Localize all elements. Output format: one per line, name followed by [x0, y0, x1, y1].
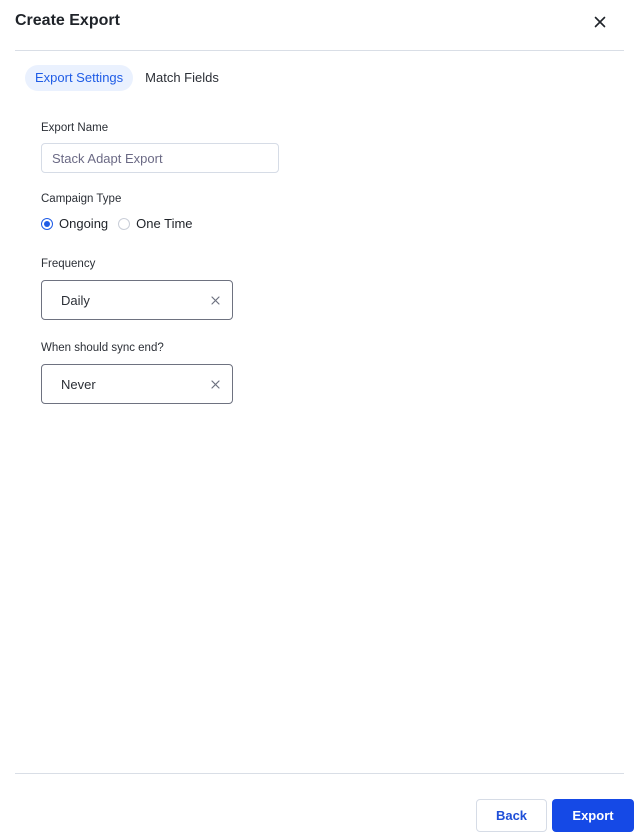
close-icon	[594, 16, 606, 28]
back-button[interactable]: Back	[476, 799, 547, 832]
tab-export-settings[interactable]: Export Settings	[25, 65, 134, 91]
campaign-type-label: Campaign Type	[41, 193, 122, 205]
footer-divider	[15, 773, 624, 774]
frequency-value: Daily	[61, 292, 90, 308]
frequency-label: Frequency	[41, 258, 96, 270]
sync-end-value: Never	[61, 376, 96, 392]
campaign-type-radio-group: Ongoing One Time	[41, 216, 203, 231]
sync-end-label: When should sync end?	[41, 342, 164, 354]
clear-icon	[210, 295, 220, 305]
tab-bar: Export Settings Match Fields	[25, 65, 229, 91]
close-button[interactable]	[590, 12, 610, 32]
radio-one-time[interactable]: One Time	[118, 216, 193, 231]
header-divider	[15, 50, 624, 51]
radio-ongoing[interactable]: Ongoing	[41, 216, 108, 231]
tab-match-fields[interactable]: Match Fields	[135, 65, 229, 91]
sync-end-select[interactable]: Never	[41, 364, 233, 404]
radio-unchecked-icon	[118, 217, 131, 230]
export-name-input[interactable]: Stack Adapt Export	[41, 143, 279, 173]
radio-one-time-label: One Time	[136, 216, 193, 231]
sync-end-clear-button[interactable]	[208, 377, 222, 391]
clear-icon	[210, 379, 220, 389]
export-name-label: Export Name	[41, 122, 109, 134]
radio-checked-icon	[41, 217, 53, 230]
frequency-clear-button[interactable]	[208, 293, 222, 307]
frequency-select[interactable]: Daily	[41, 280, 233, 320]
radio-ongoing-label: Ongoing	[59, 216, 109, 231]
export-button[interactable]: Export	[552, 799, 634, 832]
dialog-title: Create Export	[15, 12, 120, 29]
